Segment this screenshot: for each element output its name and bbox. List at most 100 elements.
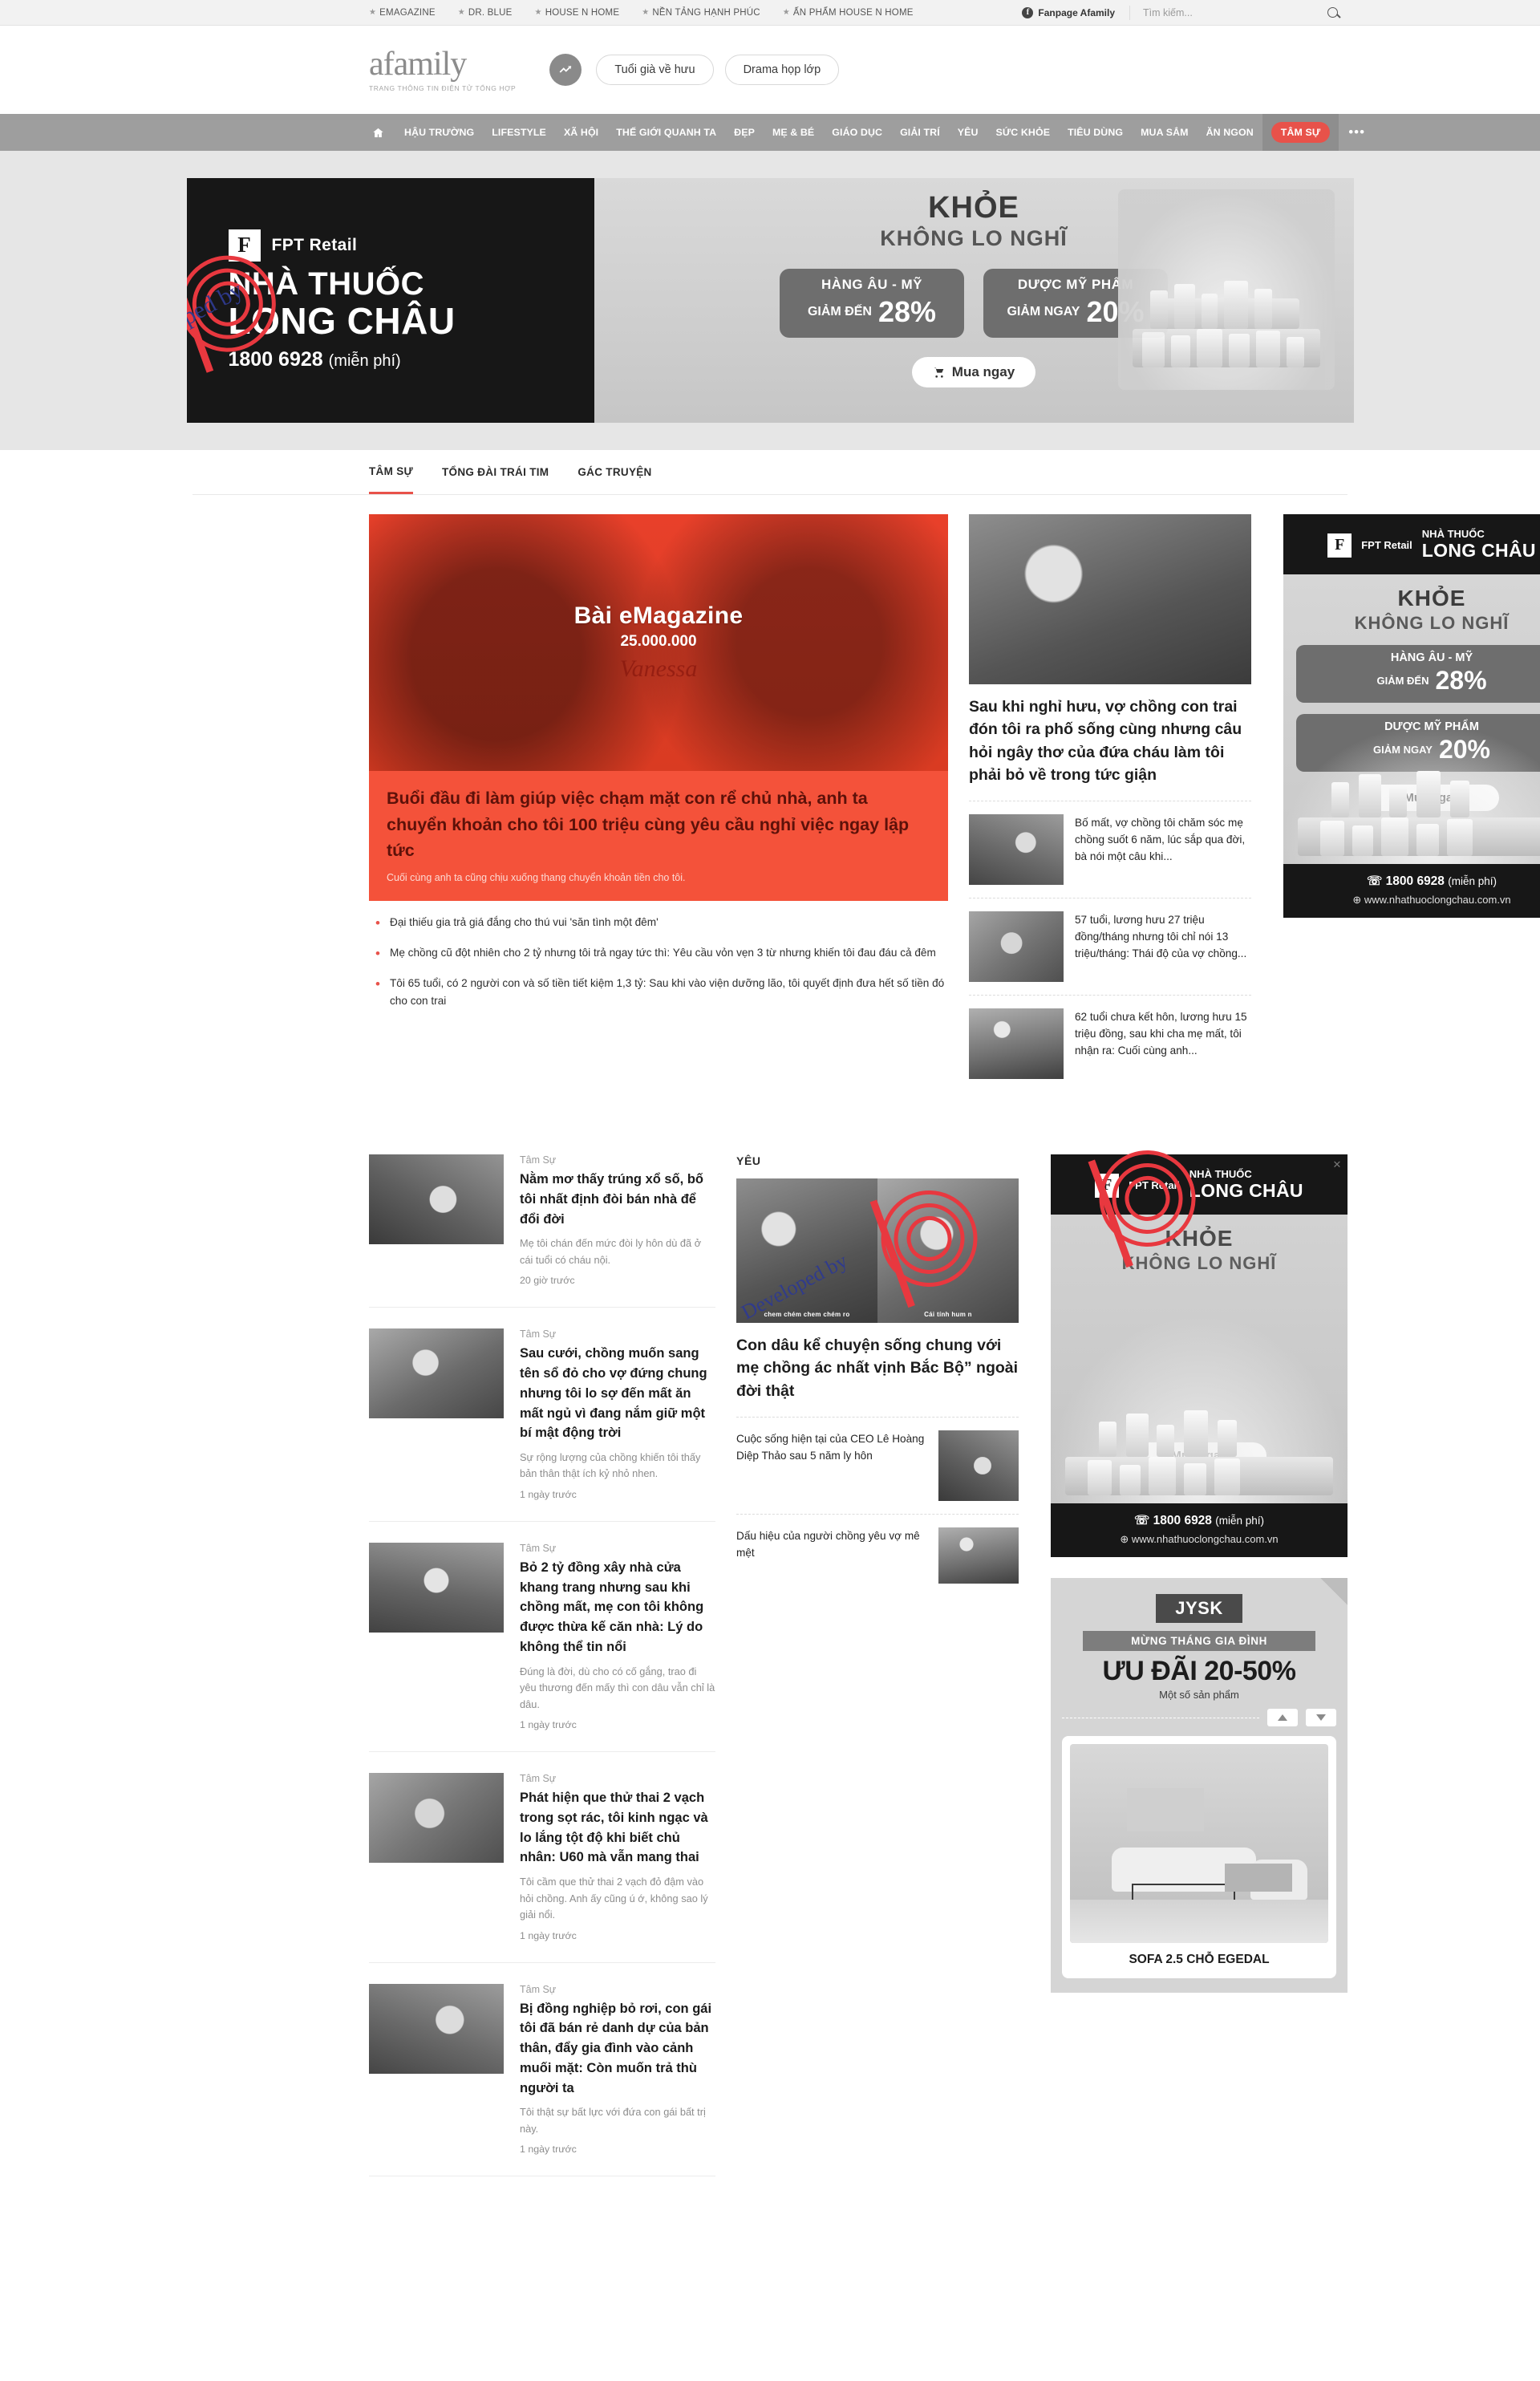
news-item-thumb[interactable]: [369, 1154, 504, 1245]
yeu-item-headline[interactable]: Dấu hiệu của người chồng yêu vợ mê mệt: [736, 1527, 927, 1584]
subnav-item-gac-truyen[interactable]: GÁC TRUYỆN: [578, 450, 651, 494]
top-link-emagazine[interactable]: ★ EMAGAZINE: [369, 8, 436, 18]
nav-item-yeu[interactable]: YÊU: [949, 114, 987, 151]
yeu-lead-image[interactable]: chem chém chem chém ro Cái tính hum n: [736, 1178, 1019, 1324]
news-item-thumb[interactable]: [369, 1983, 504, 2074]
hero-headline[interactable]: Buổi đầu đi làm giúp việc chạm mặt con r…: [387, 785, 930, 864]
top-link-label: HOUSE N HOME: [545, 7, 620, 18]
news-item-headline[interactable]: Phát hiện que thử thai 2 vạch trong sọt …: [520, 1788, 715, 1868]
sidebar-ad-longchau-2[interactable]: ✕ F FPT Retail NHÀ THUỐC LONG CHÂU KHỎE …: [1051, 1137, 1348, 1558]
mid-lead-image[interactable]: [969, 514, 1251, 684]
news-item-headline[interactable]: Bị đồng nghiệp bỏ rơi, con gái tôi đã bá…: [520, 1999, 715, 2099]
nav-item-hau-truong[interactable]: HẬU TRƯỜNG: [395, 114, 483, 151]
mid-item-headline[interactable]: 57 tuổi, lương hưu 27 triệu đồng/tháng n…: [1075, 911, 1251, 982]
site-logo[interactable]: afamily TRANG THÔNG TIN ĐIỆN TỬ TỔNG HỢP: [369, 47, 516, 92]
news-item-category[interactable]: Tâm Sự: [520, 1328, 715, 1340]
news-item-headline[interactable]: Sau cưới, chồng muốn sang tên sổ đỏ cho …: [520, 1344, 715, 1443]
mid-lead-article[interactable]: Sau khi nghỉ hưu, vợ chồng con trai đón …: [969, 514, 1251, 802]
jysk-product-card[interactable]: SOFA 2.5 CHỖ EGEDAL: [1062, 1736, 1336, 1979]
banner-phone: 1800 6928 (miễn phí): [228, 348, 401, 371]
hero-article[interactable]: Bài eMagazine 25.000.000 Vanessa Buổi đầ…: [369, 514, 948, 902]
yeu-item-thumb[interactable]: [938, 1430, 1019, 1501]
news-item-time: 20 giờ trước: [520, 1275, 575, 1287]
nav-item-mua-sam[interactable]: MUA SẮM: [1132, 114, 1197, 151]
mid-list-item[interactable]: 62 tuổi chưa kết hôn, lương hưu 15 triệu…: [969, 996, 1251, 1092]
news-item-thumb[interactable]: [369, 1773, 504, 1864]
ad-promo-sub: KHÔNG LO NGHĨ: [1121, 1253, 1277, 1274]
mid-list-item[interactable]: 57 tuổi, lương hưu 27 triệu đồng/tháng n…: [969, 898, 1251, 996]
news-item-thumb[interactable]: [369, 1328, 504, 1419]
yeu-section-title[interactable]: YÊU: [736, 1154, 1019, 1167]
main-content-grid: Bài eMagazine 25.000.000 Vanessa Buổi đầ…: [192, 495, 1540, 1092]
top-banner-ad[interactable]: F FPT Retail NHÀ THUỐC LONG CHÂU 1800 69…: [186, 178, 1354, 423]
nav-item-tam-su-label: TÂM SỰ: [1270, 122, 1331, 143]
ad-product-image: [1283, 728, 1540, 865]
yeu-list-item[interactable]: Dấu hiệu của người chồng yêu vợ mê mệt: [736, 1515, 1019, 1596]
mid-item-headline[interactable]: 62 tuổi chưa kết hôn, lương hưu 15 triệu…: [1075, 1008, 1251, 1079]
yeu-lead-headline[interactable]: Con dâu kể chuyện sống chung với mẹ chồn…: [736, 1334, 1019, 1418]
hero-related-item[interactable]: Đại thiếu gia trả giá đắng cho thú vui '…: [374, 912, 948, 935]
chevron-up-icon[interactable]: [1267, 1709, 1298, 1727]
news-list-item[interactable]: Tâm Sự Nằm mơ thấy trúng xổ số, bố tôi n…: [369, 1134, 715, 1308]
search-input[interactable]: [1143, 6, 1279, 18]
banner-cta-button[interactable]: Mua ngay: [911, 357, 1036, 387]
nav-item-an-ngon[interactable]: ĂN NGON: [1198, 114, 1262, 151]
top-link-an-pham-house-n-home[interactable]: ★ ẤN PHẨM HOUSE N HOME: [783, 8, 914, 18]
trending-up-icon[interactable]: [549, 54, 582, 86]
top-link-nen-tang-hanh-phuc[interactable]: ★ NỀN TẢNG HẠNH PHÚC: [642, 8, 760, 18]
news-item-category[interactable]: Tâm Sự: [520, 1154, 715, 1166]
nav-item-the-gioi-quanh-ta[interactable]: THẾ GIỚI QUANH TA: [607, 114, 725, 151]
trending-chip-tuoi-gia-ve-huu[interactable]: Tuổi già về hưu: [596, 55, 714, 85]
banner-promo-panel: KHỎE KHÔNG LO NGHĨ HÀNG ÂU - MỸ GIẢM ĐẾN…: [594, 178, 1354, 423]
trending-chip-drama-hop-lop[interactable]: Drama họp lớp: [724, 55, 840, 85]
news-item-headline[interactable]: Nằm mơ thấy trúng xổ số, bố tôi nhất địn…: [520, 1170, 715, 1229]
news-item-headline[interactable]: Bỏ 2 tỷ đồng xây nhà cửa khang trang như…: [520, 1558, 715, 1657]
yeu-item-headline[interactable]: Cuộc sống hiện tại của CEO Lê Hoàng Diệp…: [736, 1430, 927, 1501]
subnav-item-tam-su[interactable]: TÂM SỰ: [369, 450, 413, 494]
news-list-item[interactable]: Tâm Sự Bỏ 2 tỷ đồng xây nhà cửa khang tr…: [369, 1522, 715, 1753]
hero-related-item[interactable]: Tôi 65 tuổi, có 2 người con và số tiền t…: [374, 973, 948, 1010]
hero-related-item[interactable]: Mẹ chồng cũ đột nhiên cho 2 tỷ nhưng tôi…: [374, 943, 948, 965]
sidebar-ad-jysk[interactable]: JYSK MỪNG THÁNG GIA ĐÌNH ƯU ĐÃI 20-50% M…: [1051, 1578, 1348, 1994]
mid-item-thumb[interactable]: [969, 911, 1064, 983]
nav-more-icon[interactable]: •••: [1339, 125, 1375, 138]
news-list-item[interactable]: Tâm Sự Bị đồng nghiệp bỏ rơi, con gái tô…: [369, 1963, 715, 2177]
nav-item-dep[interactable]: ĐẸP: [725, 114, 764, 151]
subnav-item-tong-dai-trai-tim[interactable]: TỔNG ĐÀI TRÁI TIM: [442, 450, 549, 494]
top-link-house-n-home[interactable]: ★ HOUSE N HOME: [535, 8, 620, 18]
chevron-down-icon[interactable]: [1306, 1709, 1336, 1727]
close-icon[interactable]: ✕: [1328, 1156, 1346, 1174]
nav-item-giai-tri[interactable]: GIẢI TRÍ: [891, 114, 949, 151]
mid-item-thumb[interactable]: [969, 814, 1064, 886]
nav-item-suc-khoe[interactable]: SỨC KHỎE: [987, 114, 1060, 151]
nav-item-tam-su[interactable]: TÂM SỰ: [1262, 114, 1339, 151]
mid-lead-headline[interactable]: Sau khi nghỉ hưu, vợ chồng con trai đón …: [969, 696, 1251, 802]
news-list-item[interactable]: Tâm Sự Sau cưới, chồng muốn sang tên sổ …: [369, 1308, 715, 1522]
nav-item-xa-hoi[interactable]: XÃ HỘI: [555, 114, 607, 151]
close-icon[interactable]: [1320, 1578, 1348, 1606]
yeu-item-thumb[interactable]: [938, 1527, 1019, 1584]
search-box[interactable]: [1130, 6, 1348, 18]
ad-url: ⊕ www.nhathuoclongchau.com.vn: [1352, 894, 1511, 907]
nav-item-giao-duc[interactable]: GIÁO DỤC: [823, 114, 891, 151]
nav-home[interactable]: [369, 114, 395, 151]
hero-image[interactable]: Bài eMagazine 25.000.000 Vanessa: [369, 514, 948, 771]
nav-item-me-be[interactable]: MẸ & BÉ: [764, 114, 823, 151]
search-icon[interactable]: [1327, 7, 1338, 18]
top-link-dr-blue[interactable]: ★ DR. BLUE: [458, 8, 513, 18]
yeu-list-item[interactable]: Cuộc sống hiện tại của CEO Lê Hoàng Diệp…: [736, 1418, 1019, 1515]
news-item-thumb[interactable]: [369, 1542, 504, 1633]
mid-list-item[interactable]: Bố mất, vợ chồng tôi chăm sóc mẹ chồng s…: [969, 801, 1251, 899]
news-item-category[interactable]: Tâm Sự: [520, 1543, 715, 1554]
yeu-lead-article[interactable]: chem chém chem chém ro Cái tính hum n Co…: [736, 1177, 1019, 1418]
nav-item-tieu-dung[interactable]: TIÊU DÙNG: [1059, 114, 1132, 151]
mid-item-headline[interactable]: Bố mất, vợ chồng tôi chăm sóc mẹ chồng s…: [1075, 814, 1251, 885]
news-list-item[interactable]: Tâm Sự Phát hiện que thử thai 2 vạch tro…: [369, 1752, 715, 1963]
sidebar-ad-longchau-1[interactable]: ✕ F FPT Retail NHÀ THUỐC LONG CHÂU KHỎE: [1283, 514, 1540, 919]
nav-item-lifestyle[interactable]: LIFESTYLE: [483, 114, 555, 151]
fanpage-link[interactable]: f Fanpage Afamily: [1022, 5, 1130, 20]
news-item-category[interactable]: Tâm Sự: [520, 1984, 715, 1995]
news-item-category[interactable]: Tâm Sự: [520, 1773, 715, 1784]
mid-item-thumb[interactable]: [969, 1008, 1064, 1080]
banner-product-image: [1117, 189, 1335, 390]
